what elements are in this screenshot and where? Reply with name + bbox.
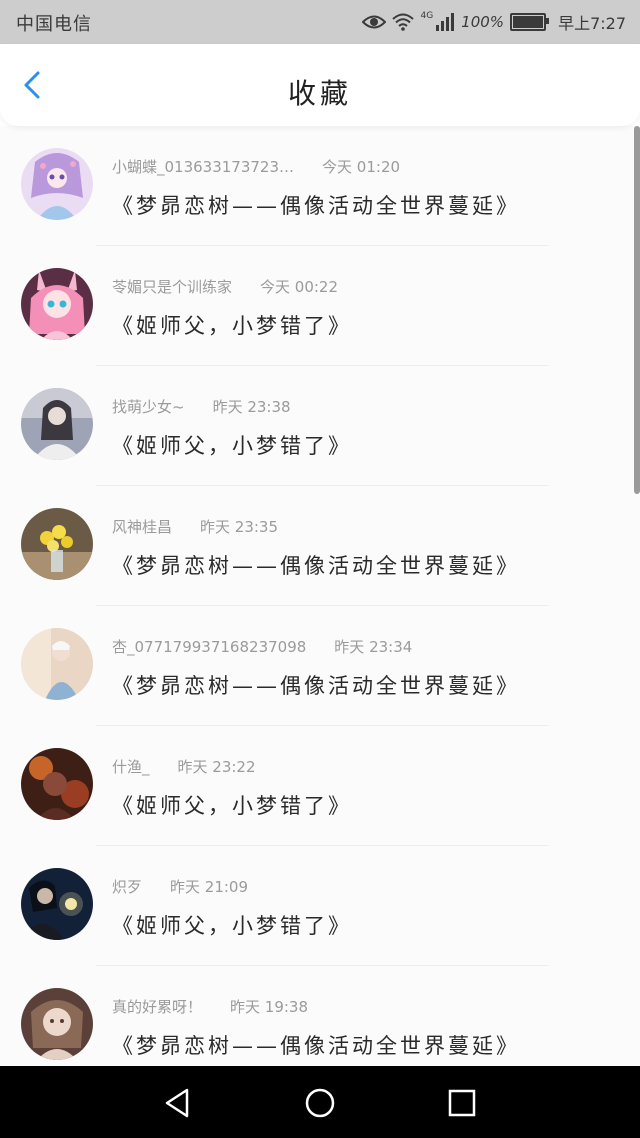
status-icons: 4G 100% 早上7:27	[362, 9, 626, 35]
battery-icon	[510, 13, 550, 31]
item-meta: 什渔_ 昨天 23:22	[112, 756, 256, 777]
list-item[interactable]: 炽歹 昨天 21:09 《姬师父，小梦错了》	[0, 846, 630, 966]
item-title[interactable]: 《梦昴恋树——偶像活动全世界蔓延》	[112, 1030, 520, 1060]
carrier-name: 中国电信	[16, 14, 92, 35]
system-nav-bar	[0, 1066, 640, 1138]
network-type: 4G	[420, 11, 434, 21]
author-name[interactable]: 小蝴蝶_013633173723…	[112, 158, 294, 176]
author-name[interactable]: 苓媚只是个训练家	[112, 278, 232, 296]
avatar[interactable]	[21, 148, 93, 220]
triangle-back-icon[interactable]	[161, 1086, 195, 1120]
avatar[interactable]	[21, 988, 93, 1060]
timestamp: 昨天 21:09	[170, 878, 249, 896]
avatar[interactable]	[21, 508, 93, 580]
timestamp: 昨天 23:22	[177, 758, 256, 776]
item-title[interactable]: 《梦昴恋树——偶像活动全世界蔓延》	[112, 190, 520, 220]
list-item[interactable]: 找萌少女~ 昨天 23:38 《姬师父，小梦错了》	[0, 366, 630, 486]
battery-percent: 100%	[461, 13, 505, 31]
timestamp: 昨天 19:38	[230, 998, 309, 1016]
author-name[interactable]: 风神桂昌	[112, 518, 172, 536]
author-name[interactable]: 真的好累呀！	[112, 998, 202, 1016]
avatar[interactable]	[21, 748, 93, 820]
signal-icon	[436, 13, 455, 31]
square-recents-icon[interactable]	[445, 1086, 479, 1120]
item-title[interactable]: 《姬师父，小梦错了》	[112, 910, 352, 940]
item-title[interactable]: 《姬师父，小梦错了》	[112, 310, 352, 340]
author-name[interactable]: 炽歹	[112, 878, 142, 896]
avatar[interactable]	[21, 628, 93, 700]
wifi-icon	[392, 13, 415, 31]
list-item[interactable]: 苓媚只是个训练家 今天 00:22 《姬师父，小梦错了》	[0, 246, 630, 366]
timestamp: 今天 01:20	[322, 158, 401, 176]
avatar[interactable]	[21, 868, 93, 940]
timestamp: 昨天 23:38	[212, 398, 291, 416]
list-item[interactable]: 风神桂昌 昨天 23:35 《梦昴恋树——偶像活动全世界蔓延》	[0, 486, 630, 606]
timestamp: 今天 00:22	[260, 278, 339, 296]
avatar[interactable]	[21, 388, 93, 460]
clock: 早上7:27	[558, 14, 626, 33]
item-meta: 真的好累呀！ 昨天 19:38	[112, 996, 308, 1017]
item-meta: 小蝴蝶_013633173723… 今天 01:20	[112, 156, 400, 177]
page-title: 收藏	[287, 77, 352, 110]
app-header: 收藏	[0, 44, 640, 126]
circle-home-icon[interactable]	[303, 1086, 337, 1120]
author-name[interactable]: 杏_077179937168237098	[112, 638, 306, 656]
author-name[interactable]: 什渔_	[112, 758, 150, 776]
author-name[interactable]: 找萌少女~	[112, 398, 185, 416]
list-item[interactable]: 什渔_ 昨天 23:22 《姬师父，小梦错了》	[0, 726, 630, 846]
list-item[interactable]: 小蝴蝶_013633173723… 今天 01:20 《梦昴恋树——偶像活动全世界…	[0, 126, 630, 246]
item-title[interactable]: 《姬师父，小梦错了》	[112, 790, 352, 820]
item-title[interactable]: 《梦昴恋树——偶像活动全世界蔓延》	[112, 550, 520, 580]
item-meta: 找萌少女~ 昨天 23:38	[112, 396, 291, 417]
list-item[interactable]: 杏_077179937168237098 昨天 23:34 《梦昴恋树——偶像活动…	[0, 606, 630, 726]
timestamp: 昨天 23:34	[334, 638, 413, 656]
avatar[interactable]	[21, 268, 93, 340]
eye-comfort-icon	[362, 15, 387, 29]
timestamp: 昨天 23:35	[200, 518, 279, 536]
item-meta: 苓媚只是个训练家 今天 00:22	[112, 276, 338, 297]
item-meta: 风神桂昌 昨天 23:35	[112, 516, 278, 537]
item-meta: 杏_077179937168237098 昨天 23:34	[112, 636, 412, 657]
item-title[interactable]: 《姬师父，小梦错了》	[112, 430, 352, 460]
status-bar: 中国电信 4G 100% 早上7:27	[0, 0, 640, 44]
item-title[interactable]: 《梦昴恋树——偶像活动全世界蔓延》	[112, 670, 520, 700]
scrollbar[interactable]	[634, 126, 640, 494]
item-meta: 炽歹 昨天 21:09	[112, 876, 248, 897]
